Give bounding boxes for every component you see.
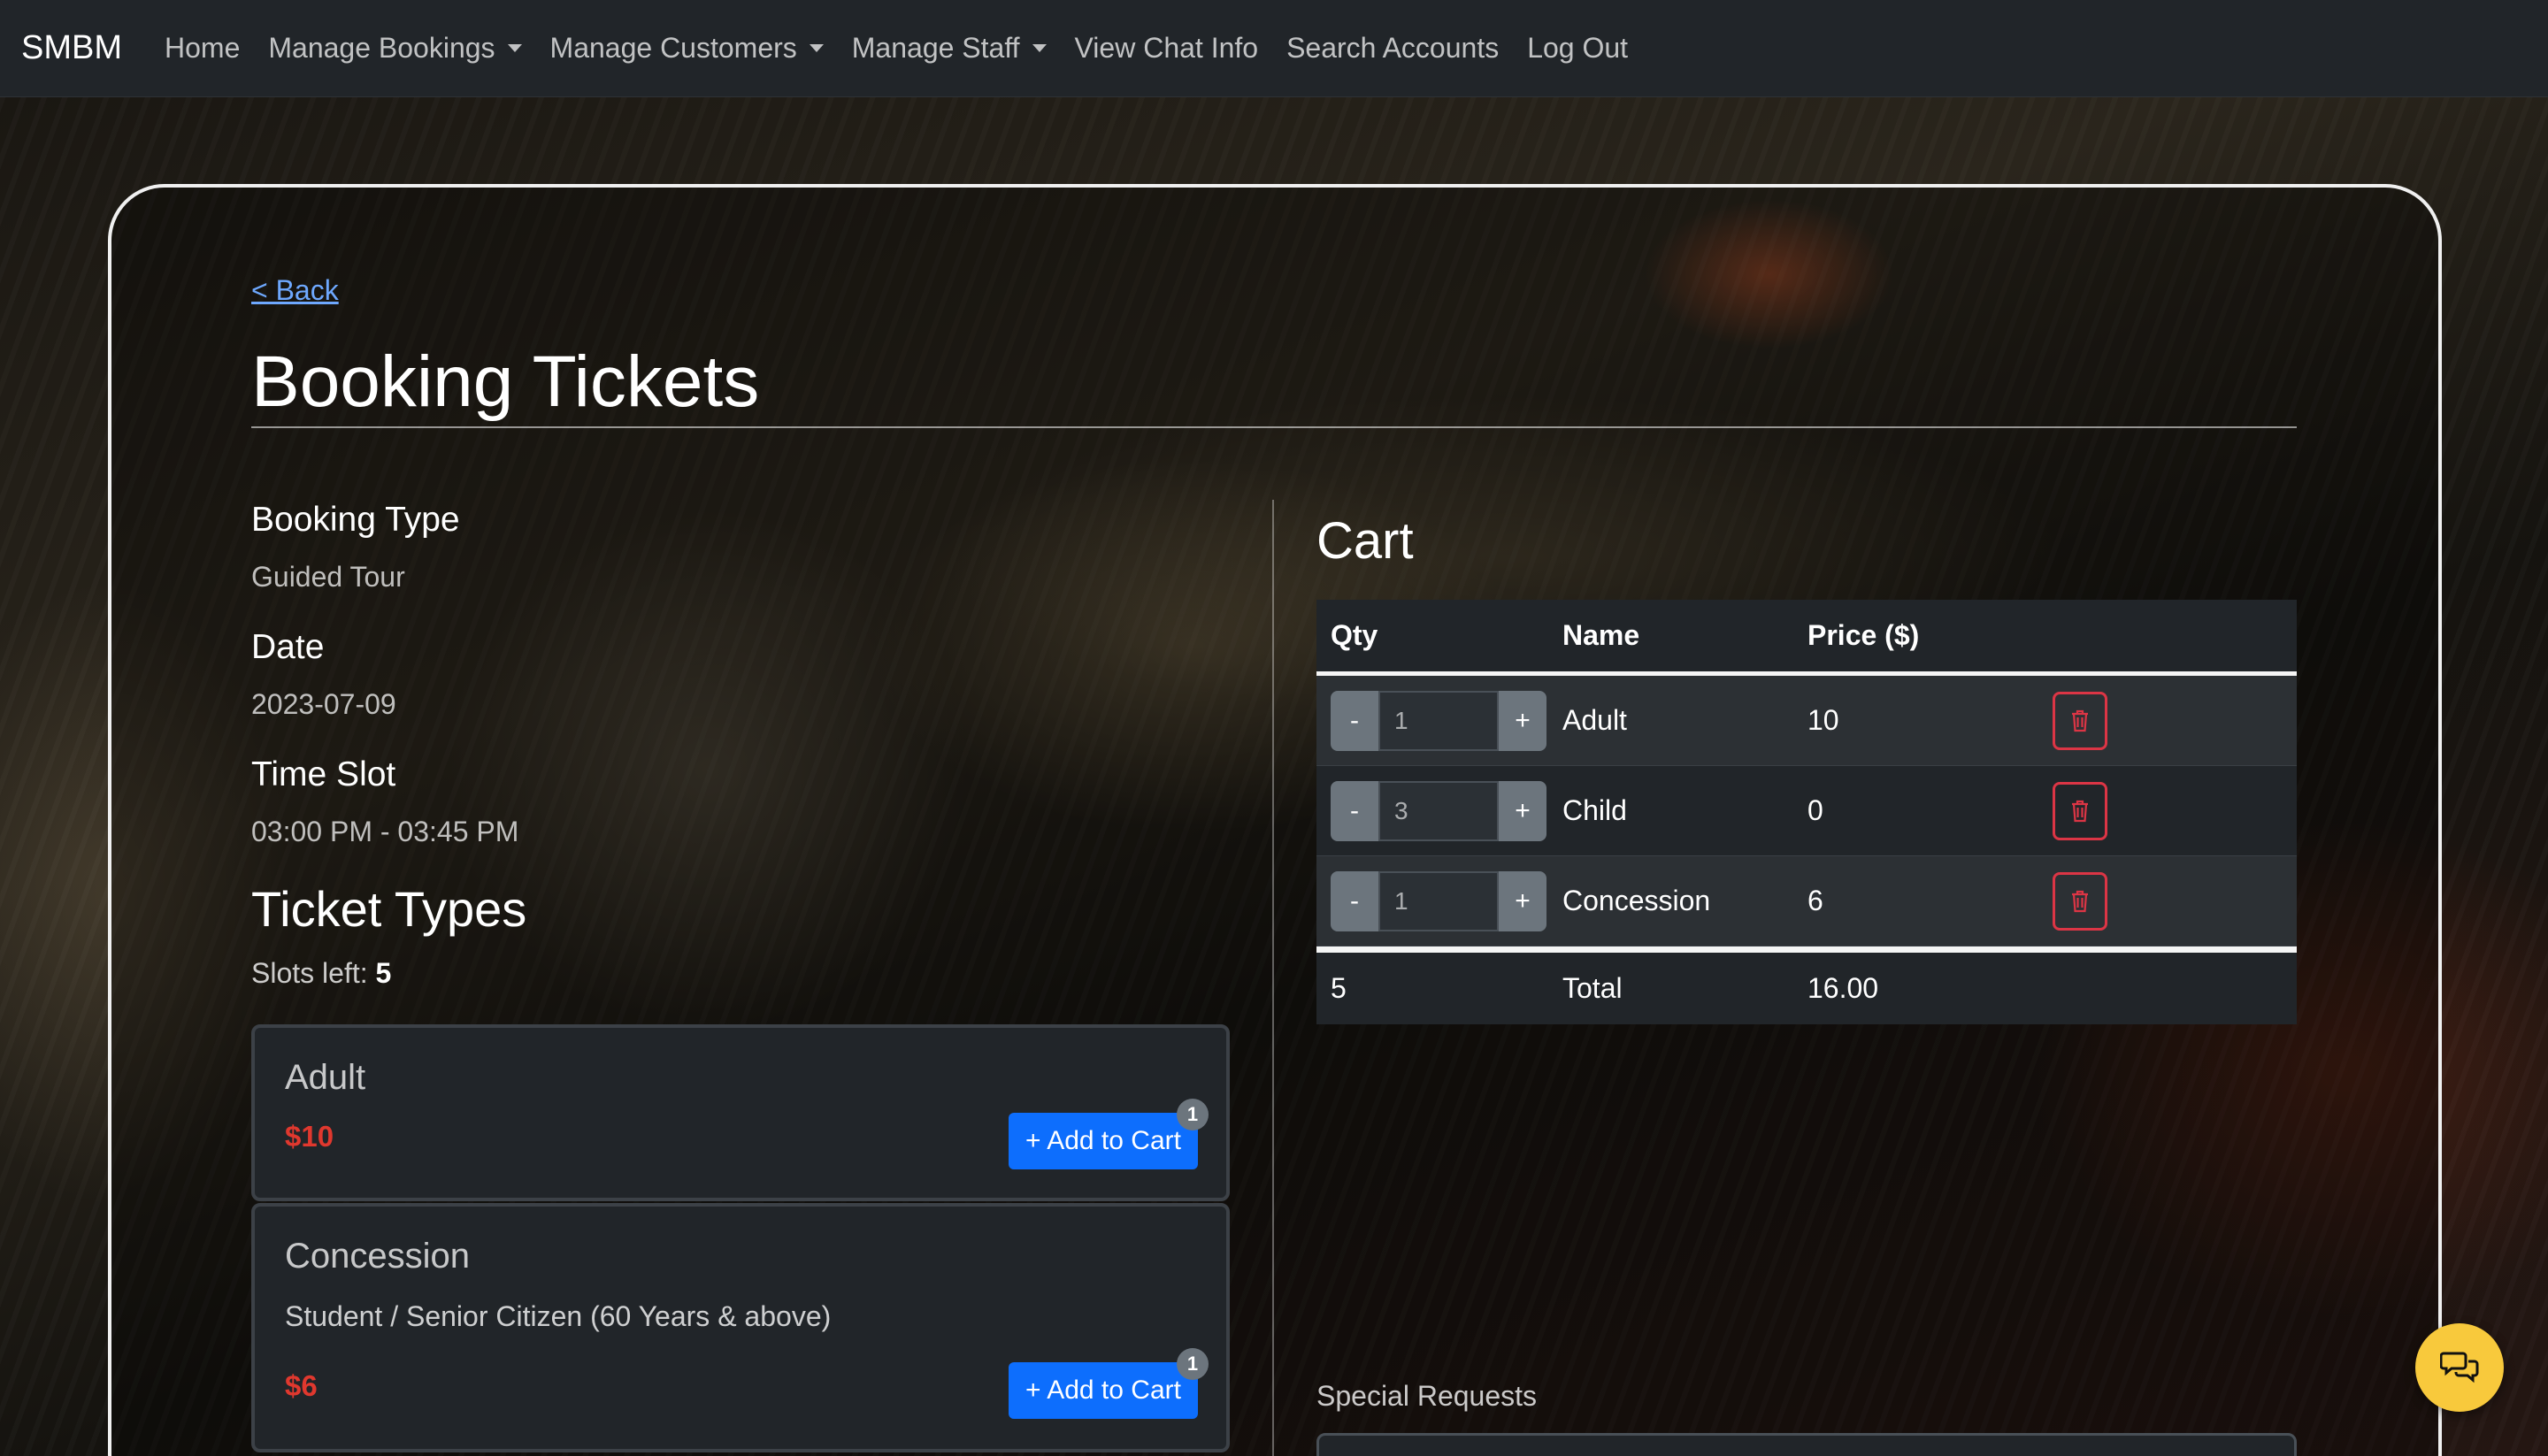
cart-table: Qty Name Price ($) - 1 + Adult 10 - 3 + … [1316, 600, 2297, 1024]
total-qty: 5 [1331, 972, 1347, 1004]
special-requests-label: Special Requests [1316, 1380, 1538, 1412]
time-slot-value: 03:00 PM - 03:45 PM [251, 816, 519, 847]
ticket-description: Student / Senior Citizen (60 Years & abo… [285, 1300, 832, 1332]
nav-manage-staff-label: Manage Staff [851, 32, 1020, 64]
special-requests-input[interactable] [1316, 1433, 2297, 1456]
nav-manage-staff[interactable]: Manage Staff [852, 32, 1047, 65]
column-header-qty: Qty [1331, 619, 1378, 651]
cart-count-badge: 1 [1177, 1348, 1209, 1380]
decrement-button[interactable]: - [1331, 690, 1378, 751]
qty-cell: - 3 + [1316, 780, 1562, 841]
ticket-card-adult: Adult $10 + Add to Cart 1 [251, 1024, 1230, 1201]
cart-count-badge: 1 [1177, 1099, 1209, 1130]
brand-logo[interactable]: SMBM [21, 29, 122, 67]
add-to-cart-button-concession[interactable]: + Add to Cart 1 [1009, 1348, 1209, 1419]
cart-header-row: Qty Name Price ($) [1316, 600, 2297, 676]
ticket-name: Adult [285, 1058, 366, 1097]
back-link[interactable]: < Back [251, 274, 339, 307]
cart-title: Cart [1316, 512, 1414, 570]
qty-cell: - 1 + [1316, 690, 1562, 751]
page-title: Booking Tickets [251, 341, 760, 422]
nav-search-accounts-label: Search Accounts [1286, 32, 1500, 64]
date-value: 2023-07-09 [251, 688, 396, 720]
quantity-input[interactable]: 1 [1378, 870, 1499, 931]
actions-cell [2053, 691, 2297, 750]
trash-icon [2072, 709, 2088, 732]
nav-manage-bookings[interactable]: Manage Bookings [268, 32, 522, 65]
increment-button[interactable]: + [1499, 780, 1546, 841]
remove-item-button[interactable] [2053, 871, 2107, 931]
cart-total-row: 5 Total 16.00 [1316, 946, 2297, 1024]
quantity-stepper: - 3 + [1331, 780, 1562, 841]
ticket-name: Concession [285, 1237, 471, 1276]
slots-left: Slots left: 5 [251, 957, 391, 990]
time-slot-label: Time Slot [251, 755, 396, 793]
quantity-input[interactable]: 3 [1378, 780, 1499, 841]
chat-icon [2440, 1352, 2479, 1383]
cart-row: - 1 + Adult 10 [1316, 676, 2297, 766]
nav-view-chat-info-label: View Chat Info [1074, 32, 1259, 64]
booking-type-label: Booking Type [251, 501, 460, 539]
column-header-name: Name [1562, 619, 1640, 651]
item-price: 0 [1807, 794, 1823, 826]
nav-manage-customers-label: Manage Customers [549, 32, 797, 64]
nav-log-out-label: Log Out [1527, 32, 1629, 64]
chat-button[interactable] [2415, 1323, 2504, 1412]
increment-button[interactable]: + [1499, 690, 1546, 751]
item-name: Concession [1562, 885, 1711, 916]
quantity-input[interactable]: 1 [1378, 690, 1499, 751]
add-to-cart-label: + Add to Cart [1025, 1126, 1181, 1155]
ticket-card-concession: Concession Student / Senior Citizen (60 … [251, 1203, 1230, 1452]
add-to-cart-button-adult[interactable]: + Add to Cart 1 [1009, 1099, 1209, 1169]
slots-left-value: 5 [375, 957, 392, 989]
chevron-down-icon [809, 44, 824, 52]
nav-log-out[interactable]: Log Out [1527, 32, 1628, 65]
item-name: Adult [1562, 704, 1627, 736]
title-divider [251, 426, 2297, 428]
total-label: Total [1562, 972, 1623, 1004]
trash-icon [2072, 800, 2088, 822]
chevron-down-icon [1032, 44, 1047, 52]
nav-home[interactable]: Home [165, 32, 240, 65]
remove-item-button[interactable] [2053, 691, 2107, 750]
top-navbar: SMBM Home Manage Bookings Manage Custome… [0, 0, 2548, 97]
cart-row: - 3 + Child 0 [1316, 766, 2297, 856]
item-price: 10 [1807, 704, 1839, 736]
cart-row: - 1 + Concession 6 [1316, 856, 2297, 946]
qty-cell: - 1 + [1316, 870, 1562, 931]
ticket-types-title: Ticket Types [251, 881, 527, 937]
remove-item-button[interactable] [2053, 781, 2107, 840]
nav-manage-bookings-label: Manage Bookings [268, 32, 495, 64]
quantity-stepper: - 1 + [1331, 690, 1562, 751]
increment-button[interactable]: + [1499, 870, 1546, 931]
nav-home-label: Home [165, 32, 241, 64]
add-to-cart-label: + Add to Cart [1025, 1376, 1181, 1405]
column-header-price: Price ($) [1807, 619, 1920, 651]
nav-view-chat-info[interactable]: View Chat Info [1075, 32, 1259, 65]
actions-cell [2053, 871, 2297, 931]
ticket-price: $10 [285, 1120, 334, 1153]
total-price: 16.00 [1807, 972, 1879, 1004]
date-label: Date [251, 628, 325, 666]
ticket-price: $6 [285, 1369, 318, 1402]
item-price: 6 [1807, 885, 1823, 916]
nav-manage-customers[interactable]: Manage Customers [550, 32, 824, 65]
quantity-stepper: - 1 + [1331, 870, 1562, 931]
booking-type-value: Guided Tour [251, 561, 405, 593]
nav-search-accounts[interactable]: Search Accounts [1286, 32, 1499, 65]
cart-body: - 1 + Adult 10 - 3 + Child 0 - 1 + Conce… [1316, 676, 2297, 946]
slots-left-label: Slots left: [251, 957, 376, 989]
chevron-down-icon [507, 44, 522, 52]
item-name: Child [1562, 794, 1627, 826]
actions-cell [2053, 781, 2297, 840]
column-divider [1272, 500, 1274, 1456]
trash-icon [2072, 890, 2088, 912]
decrement-button[interactable]: - [1331, 870, 1378, 931]
decrement-button[interactable]: - [1331, 780, 1378, 841]
